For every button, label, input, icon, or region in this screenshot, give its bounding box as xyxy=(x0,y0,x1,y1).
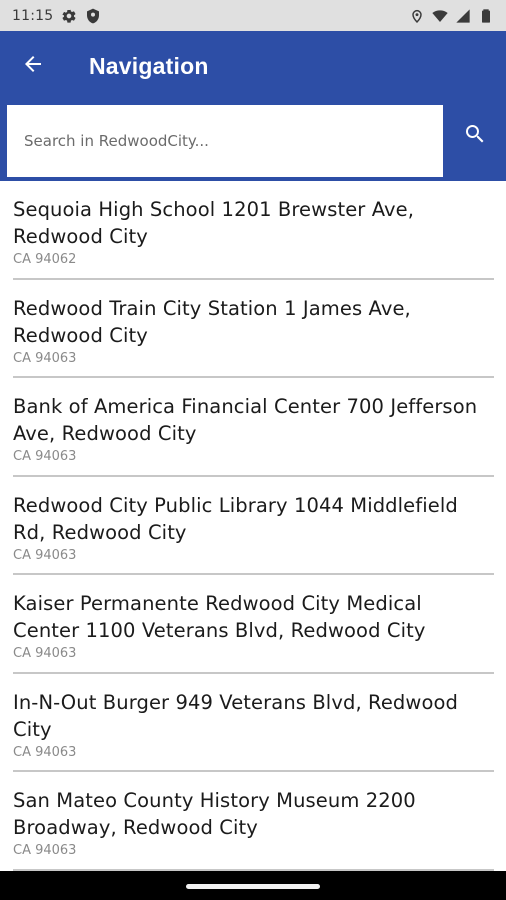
back-button[interactable] xyxy=(0,31,62,101)
result-title: Redwood Train City Station 1 James Ave, … xyxy=(13,296,411,347)
status-time: 11:15 xyxy=(12,7,54,24)
shield-icon xyxy=(85,8,101,24)
system-nav-bar xyxy=(0,871,506,900)
result-subtitle: CA 94063 xyxy=(13,843,77,858)
status-bar: 11:15 xyxy=(0,0,506,31)
result-subtitle: CA 94063 xyxy=(13,744,77,760)
battery-icon xyxy=(478,8,494,24)
list-item[interactable]: Sequoia High School 1201 Brewster Ave, R… xyxy=(13,181,494,280)
result-subtitle: CA 94062 xyxy=(13,252,77,267)
page-title: Navigation xyxy=(89,52,209,79)
list-item[interactable]: San Mateo County History Museum 2200 Bro… xyxy=(13,772,494,871)
list-item[interactable]: Redwood Train City Station 1 James Ave, … xyxy=(13,280,494,378)
location-icon xyxy=(409,8,425,24)
arrow-left-icon xyxy=(21,52,45,81)
result-title: Sequoia High School 1201 Brewster Ave, R… xyxy=(13,198,415,248)
search-icon xyxy=(463,122,487,151)
gear-icon xyxy=(61,8,77,24)
result-subtitle: CA 94063 xyxy=(13,547,77,563)
signal-icon xyxy=(455,8,471,24)
result-subtitle: CA 94063 xyxy=(13,449,77,464)
search-bar xyxy=(0,101,506,181)
result-title: In-N-Out Burger 949 Veterans Blvd, Redwo… xyxy=(13,690,458,741)
status-left: 11:15 xyxy=(12,8,101,24)
result-subtitle: CA 94063 xyxy=(13,646,77,661)
app-bar: Navigation xyxy=(0,31,506,101)
result-title: Bank of America Financial Center 700 Jef… xyxy=(13,395,478,445)
search-button[interactable] xyxy=(443,101,506,181)
result-title: Kaiser Permanente Redwood City Medical C… xyxy=(13,592,426,642)
list-item[interactable]: Redwood City Public Library 1044 Middlef… xyxy=(13,477,494,575)
result-subtitle: CA 94063 xyxy=(13,350,77,366)
results-list: Sequoia High School 1201 Brewster Ave, R… xyxy=(0,181,506,871)
list-item[interactable]: In-N-Out Burger 949 Veterans Blvd, Redwo… xyxy=(13,674,494,772)
result-title: Redwood City Public Library 1044 Middlef… xyxy=(13,493,458,544)
wifi-icon xyxy=(432,8,448,24)
list-item[interactable]: Bank of America Financial Center 700 Jef… xyxy=(13,378,494,477)
home-handle[interactable] xyxy=(186,884,320,889)
result-title: San Mateo County History Museum 2200 Bro… xyxy=(13,789,416,839)
search-input[interactable] xyxy=(7,105,443,177)
status-right xyxy=(409,8,494,24)
list-item[interactable]: Kaiser Permanente Redwood City Medical C… xyxy=(13,575,494,674)
